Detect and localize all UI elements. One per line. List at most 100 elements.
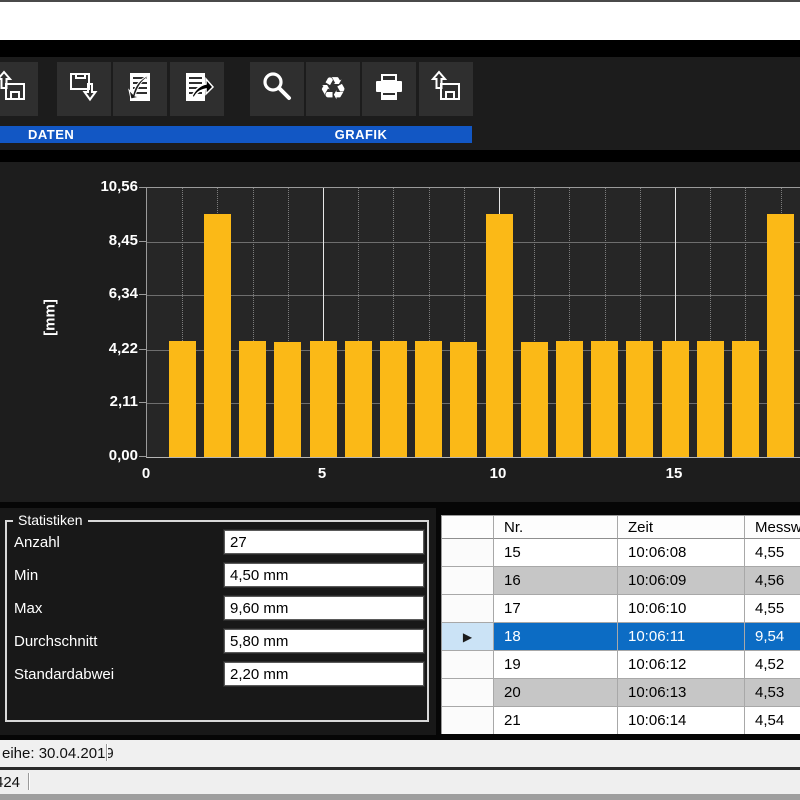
column-header-nr[interactable]: Nr.: [494, 516, 618, 539]
row-selector-cell[interactable]: [442, 651, 494, 679]
refresh-button[interactable]: ♻: [306, 62, 360, 116]
stat-label-durchschnitt: Durchschnitt: [14, 633, 97, 650]
x-tick-label: 0: [142, 465, 150, 482]
stat-label-max: Max: [14, 600, 42, 617]
row-selector-cell[interactable]: [442, 539, 494, 567]
stat-field-max[interactable]: [224, 596, 424, 620]
row-selector-cell[interactable]: [442, 707, 494, 734]
chart-bar: [521, 342, 548, 457]
table-cell[interactable]: 19: [494, 651, 618, 679]
x-tick-label: 15: [666, 465, 683, 482]
bar-chart: 0,002,114,226,348,4510,56051015 [mm]: [0, 162, 800, 502]
table-cell[interactable]: 10:06:09: [618, 567, 745, 595]
chart-bar: [415, 341, 442, 457]
table-cell[interactable]: 10:06:10: [618, 595, 745, 623]
toolbar-group-grafik: GRAFIK: [250, 126, 472, 143]
table-cell[interactable]: 4,53: [745, 679, 800, 707]
table-cell[interactable]: 4,55: [745, 595, 800, 623]
separator-band: [0, 150, 800, 162]
chart-bar: [767, 214, 794, 457]
gridline-horizontal: [147, 242, 800, 243]
table-cell[interactable]: 10:06:12: [618, 651, 745, 679]
chart-bar: [662, 341, 689, 457]
floppy-down-arrow-icon: [66, 69, 102, 110]
stat-label-standardabwei: Standardabwei: [14, 666, 114, 683]
table-corner-header[interactable]: [442, 516, 494, 539]
x-tick-label: 5: [318, 465, 326, 482]
table-row[interactable]: 1510:06:084,55: [442, 539, 800, 567]
status-separator: [28, 773, 30, 790]
status-device-id: 424: [0, 770, 20, 794]
chart-bar: [697, 341, 724, 457]
table-cell[interactable]: 4,55: [745, 539, 800, 567]
status-series-date: eihe: 30.04.2019: [2, 740, 114, 767]
table-cell[interactable]: 10:06:13: [618, 679, 745, 707]
chart-plot-area: [146, 187, 800, 458]
magnifier-icon: [259, 69, 295, 110]
stat-field-anzahl[interactable]: [224, 530, 424, 554]
chart-bar: [274, 342, 301, 457]
y-axis-title: [mm]: [42, 286, 59, 350]
status-bar-1: eihe: 30.04.2019: [0, 740, 800, 767]
save-data-button[interactable]: [57, 62, 111, 116]
y-tick-label: 8,45: [70, 232, 138, 249]
row-selector-cell[interactable]: [442, 679, 494, 707]
table-cell[interactable]: 4,56: [745, 567, 800, 595]
chart-bar: [626, 341, 653, 457]
y-tick-mark: [139, 456, 146, 457]
x-tick-label: 10: [490, 465, 507, 482]
bottom-panel: Statistiken AnzahlMinMaxDurchschnittStan…: [0, 502, 800, 740]
zoom-button[interactable]: [250, 62, 304, 116]
table-row[interactable]: 1610:06:094,56: [442, 567, 800, 595]
gridline-horizontal: [147, 295, 800, 296]
stat-field-durchschnitt[interactable]: [224, 629, 424, 653]
stat-field-standardabwei[interactable]: [224, 662, 424, 686]
y-tick-label: 2,11: [70, 393, 138, 410]
import-document-button[interactable]: [113, 62, 167, 116]
application-window: ♻ DATEN: [0, 0, 800, 800]
table-cell[interactable]: 10:06:14: [618, 707, 745, 734]
load-data-button[interactable]: [0, 62, 38, 116]
table-cell[interactable]: 15: [494, 539, 618, 567]
selected-row-arrow-icon: ▶: [463, 630, 472, 644]
y-tick-label: 4,22: [70, 340, 138, 357]
row-selector-cell[interactable]: [442, 595, 494, 623]
table-cell[interactable]: 20: [494, 679, 618, 707]
title-strip: [0, 2, 800, 40]
table-cell[interactable]: 9,54: [745, 623, 800, 651]
table-row[interactable]: 1910:06:124,52: [442, 651, 800, 679]
column-header-messwert[interactable]: Messwert: [745, 516, 800, 539]
statistics-panel: Statistiken AnzahlMinMaxDurchschnittStan…: [0, 508, 436, 735]
column-header-zeit[interactable]: Zeit: [618, 516, 745, 539]
save-graphic-button[interactable]: [419, 62, 473, 116]
row-selector-cell[interactable]: [442, 567, 494, 595]
table-cell[interactable]: 17: [494, 595, 618, 623]
y-tick-mark: [139, 402, 146, 403]
chart-bar: [380, 341, 407, 457]
chart-bar: [450, 342, 477, 457]
row-selector-cell[interactable]: ▶: [442, 623, 494, 651]
table-cell[interactable]: 10:06:11: [618, 623, 745, 651]
table-cell[interactable]: 4,54: [745, 707, 800, 734]
table-row[interactable]: 1710:06:104,55: [442, 595, 800, 623]
table-cell[interactable]: 4,52: [745, 651, 800, 679]
grafik-label-text: GRAFIK: [335, 127, 388, 142]
y-tick-label: 10,56: [70, 178, 138, 195]
export-document-button[interactable]: [170, 62, 224, 116]
table-cell[interactable]: 10:06:08: [618, 539, 745, 567]
toolbar-group-daten: DATEN: [0, 126, 250, 143]
table-row[interactable]: 2010:06:134,53: [442, 679, 800, 707]
print-button[interactable]: [362, 62, 416, 116]
table-cell[interactable]: 16: [494, 567, 618, 595]
chart-bar: [310, 341, 337, 457]
statistics-title: Statistiken: [13, 512, 88, 528]
table-cell[interactable]: 18: [494, 623, 618, 651]
y-tick-mark: [139, 349, 146, 350]
y-tick-mark: [139, 187, 146, 188]
separator-band: [0, 40, 800, 57]
table-row[interactable]: ▶ 1810:06:119,54: [442, 623, 800, 651]
y-tick-mark: [139, 294, 146, 295]
stat-field-min[interactable]: [224, 563, 424, 587]
table-row[interactable]: 2110:06:144,54: [442, 707, 800, 734]
table-cell[interactable]: 21: [494, 707, 618, 734]
